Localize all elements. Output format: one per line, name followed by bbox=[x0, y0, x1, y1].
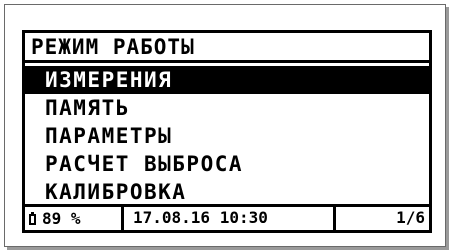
datetime-display: 17.08.16 10:30 bbox=[124, 207, 336, 230]
battery-status: 89 % bbox=[25, 207, 124, 230]
menu-item-calibration[interactable]: КАЛИБРОВКА bbox=[25, 178, 429, 206]
battery-icon bbox=[29, 211, 36, 225]
menu-item-parameters[interactable]: ПАРАМЕТРЫ bbox=[25, 122, 429, 150]
menu-item-label: КАЛИБРОВКА bbox=[45, 180, 187, 204]
menu-item-label: ПАМЯТЬ bbox=[45, 96, 130, 120]
menu-item-label: ИЗМЕРЕНИЯ bbox=[45, 68, 173, 92]
status-bar: 89 % 17.08.16 10:30 1/6 bbox=[25, 204, 429, 230]
menu-item-memory[interactable]: ПАМЯТЬ bbox=[25, 94, 429, 122]
device-frame: РЕЖИМ РАБОТЫ ИЗМЕРЕНИЯ ПАМЯТЬ ПАРАМЕТРЫ … bbox=[4, 4, 446, 247]
page-value: 1/6 bbox=[396, 208, 425, 227]
menu: ИЗМЕРЕНИЯ ПАМЯТЬ ПАРАМЕТРЫ РАСЧЕТ ВЫБРОС… bbox=[25, 66, 429, 206]
screen-title: РЕЖИМ РАБОТЫ bbox=[31, 35, 195, 59]
menu-item-label: ПАРАМЕТРЫ bbox=[45, 124, 173, 148]
page-indicator: 1/6 bbox=[336, 207, 429, 230]
menu-item-measurements[interactable]: ИЗМЕРЕНИЯ bbox=[25, 66, 429, 94]
menu-item-label: РАСЧЕТ ВЫБРОСА bbox=[45, 152, 244, 176]
menu-item-emission-calculation[interactable]: РАСЧЕТ ВЫБРОСА bbox=[25, 150, 429, 178]
title-bar: РЕЖИМ РАБОТЫ bbox=[25, 33, 429, 63]
datetime-value: 17.08.16 10:30 bbox=[133, 208, 268, 227]
battery-level: 89 % bbox=[42, 208, 81, 228]
lcd-screen: РЕЖИМ РАБОТЫ ИЗМЕРЕНИЯ ПАМЯТЬ ПАРАМЕТРЫ … bbox=[22, 30, 432, 233]
